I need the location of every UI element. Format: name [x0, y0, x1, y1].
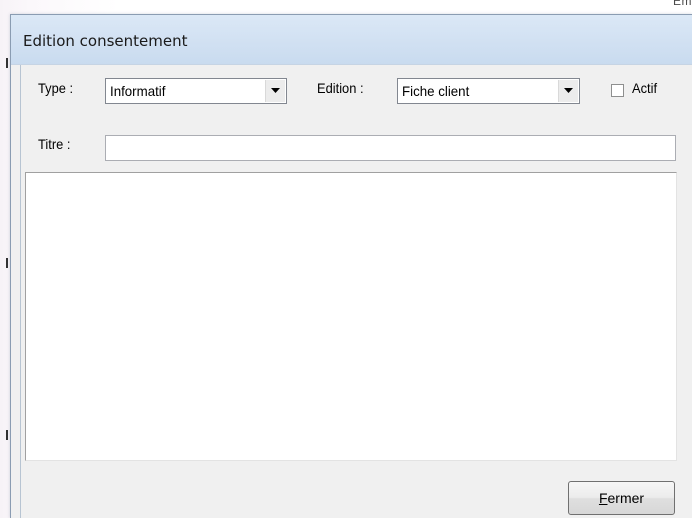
titre-label: Titre :: [38, 136, 71, 152]
background-window-text: Em: [673, 0, 692, 8]
edition-label: Edition :: [317, 80, 364, 96]
content-text-area[interactable]: [25, 172, 677, 461]
type-select-value: Informatif: [110, 83, 166, 99]
window-title: Edition consentement: [23, 32, 188, 50]
background-edge-mark: [6, 258, 8, 268]
title-bar[interactable]: Edition consentement: [11, 15, 692, 65]
type-label: Type :: [38, 80, 74, 96]
dialog-window: Edition consentement Type : Informatif E…: [10, 14, 692, 518]
screen: Em Edition consentement Type : Informati…: [0, 0, 692, 518]
chevron-down-icon: [564, 88, 573, 93]
titre-input[interactable]: [105, 135, 676, 161]
close-button-mnemonic: F: [598, 490, 608, 506]
actif-checkbox[interactable]: [611, 84, 624, 97]
actif-label[interactable]: Actif: [632, 80, 657, 96]
type-select[interactable]: Informatif: [105, 78, 287, 104]
chevron-down-icon: [271, 88, 280, 93]
dialog-client-area: Type : Informatif Edition : Fiche client: [20, 65, 692, 518]
edition-select[interactable]: Fiche client: [397, 78, 580, 104]
close-button[interactable]: Fermer: [568, 481, 675, 515]
type-select-dropdown-button[interactable]: [265, 80, 285, 102]
close-button-label: ermer: [607, 490, 645, 506]
edition-select-dropdown-button[interactable]: [558, 80, 578, 102]
edition-select-value: Fiche client: [402, 83, 470, 99]
background-edge-mark: [6, 58, 8, 68]
background-edge-mark: [6, 430, 8, 440]
